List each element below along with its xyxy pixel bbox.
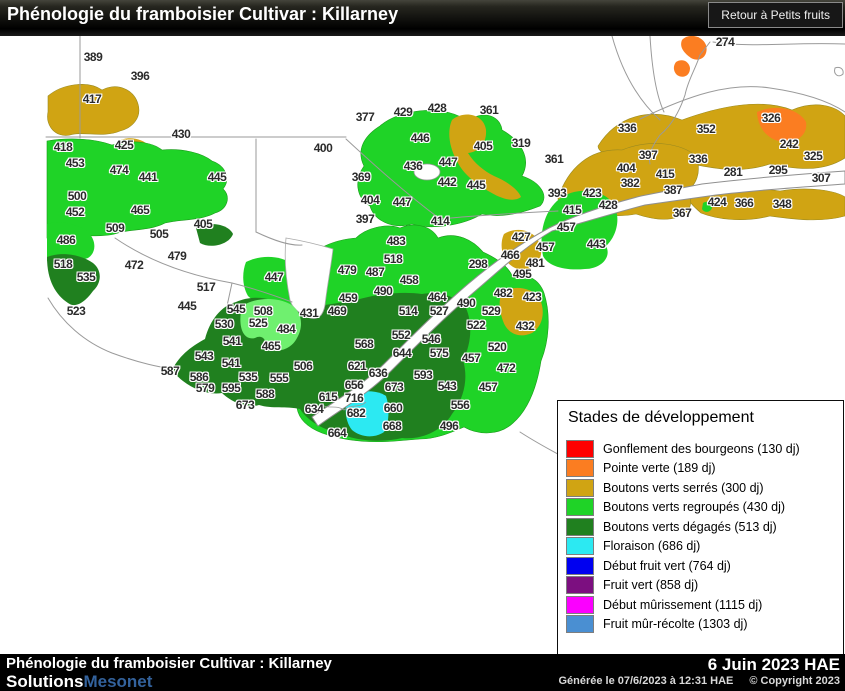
legend-item-label: Début mûrissement (1115 dj) <box>603 597 763 612</box>
legend-item-label: Gonflement des bourgeons (130 dj) <box>603 441 800 456</box>
legend-item: Début mûrissement (1115 dj) <box>566 595 835 615</box>
legend-swatch <box>566 537 594 556</box>
legend-swatch <box>566 595 594 614</box>
legend-item: Fruit vert (858 dj) <box>566 576 835 596</box>
legend-item: Boutons verts dégagés (513 dj) <box>566 517 835 537</box>
brand-mesonet: Mesonet <box>83 672 153 691</box>
brand-solutions: Solutions <box>6 672 84 691</box>
legend-item: Début fruit vert (764 dj) <box>566 556 835 576</box>
legend-item-label: Boutons verts dégagés (513 dj) <box>603 519 777 534</box>
generated-timestamp: Générée le 07/6/2023 à 12:31 HAE <box>558 675 734 687</box>
legend-item: Boutons verts serrés (300 dj) <box>566 478 835 498</box>
legend-swatch <box>566 478 594 497</box>
legend-item: Fruit mûr-récolte (1303 dj) <box>566 615 835 635</box>
legend-item: Gonflement des bourgeons (130 dj) <box>566 439 835 459</box>
page-title: Phénologie du framboisier Cultivar : Kil… <box>7 4 399 24</box>
legend-swatch <box>566 439 594 458</box>
legend-item: Boutons verts regroupés (430 dj) <box>566 498 835 518</box>
legend-panel: Stades de développement Gonflement des b… <box>557 400 844 655</box>
legend-item-label: Boutons verts serrés (300 dj) <box>603 480 764 495</box>
footer-title: Phénologie du framboisier Cultivar : Kil… <box>6 655 332 672</box>
footer-bar: Phénologie du framboisier Cultivar : Kil… <box>0 654 845 691</box>
legend-item-label: Floraison (686 dj) <box>603 539 701 554</box>
footer-left: Phénologie du framboisier Cultivar : Kil… <box>6 654 332 690</box>
header-bar: Phénologie du framboisier Cultivar : Kil… <box>0 0 845 36</box>
legend-item-label: Fruit mûr-récolte (1303 dj) <box>603 617 748 632</box>
back-to-petits-fruits-button[interactable]: Retour à Petits fruits <box>708 2 843 28</box>
legend-swatch <box>566 556 594 575</box>
legend-swatch <box>566 498 594 517</box>
legend-swatch <box>566 615 594 634</box>
copyright: © Copyright 2023 <box>749 675 840 687</box>
generated-info: Générée le 07/6/2023 à 12:31 HAE © Copyri… <box>558 674 840 689</box>
footer-right: 6 Juin 2023 HAE Générée le 07/6/2023 à 1… <box>558 655 840 689</box>
legend-items: Gonflement des bourgeons (130 dj) Pointe … <box>566 439 835 634</box>
legend-item-label: Boutons verts regroupés (430 dj) <box>603 500 786 515</box>
map-date: 6 Juin 2023 HAE <box>707 655 840 674</box>
legend-item-label: Début fruit vert (764 dj) <box>603 558 731 573</box>
legend-item: Pointe verte (189 dj) <box>566 459 835 479</box>
legend-item-label: Fruit vert (858 dj) <box>603 578 699 593</box>
brand-logo: SolutionsMesonet <box>6 673 332 690</box>
legend-swatch <box>566 459 594 478</box>
legend-title: Stades de développement <box>568 409 754 426</box>
legend-item-label: Pointe verte (189 dj) <box>603 461 716 476</box>
legend-swatch <box>566 517 594 536</box>
legend-swatch <box>566 576 594 595</box>
legend-item: Floraison (686 dj) <box>566 537 835 557</box>
